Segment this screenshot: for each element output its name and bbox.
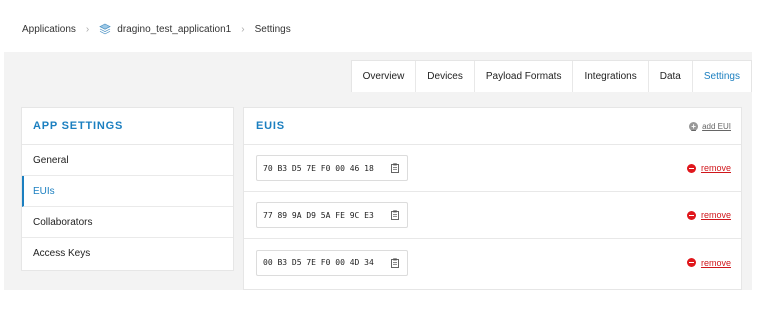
euis-header: EUIS + add EUI	[244, 108, 741, 145]
eui-row: 00 B3 D5 7E F0 00 4D 34 remove	[244, 239, 741, 286]
tab-integrations[interactable]: Integrations	[573, 61, 649, 92]
eui-row: 70 B3 D5 7E F0 00 46 18 remove	[244, 145, 741, 192]
tab-data[interactable]: Data	[649, 61, 693, 92]
tab-overview[interactable]: Overview	[352, 61, 417, 92]
clipboard-icon[interactable]	[391, 257, 399, 268]
remove-eui-button[interactable]: remove	[686, 257, 731, 268]
eui-field[interactable]: 77 89 9A D9 5A FE 9C E3	[256, 202, 408, 228]
breadcrumb-current: Settings	[254, 23, 291, 35]
sidebar-item-collaborators[interactable]: Collaborators	[22, 207, 233, 238]
eui-field[interactable]: 70 B3 D5 7E F0 00 46 18	[256, 155, 408, 181]
minus-circle-icon	[686, 163, 696, 173]
remove-label: remove	[700, 163, 731, 173]
remove-label: remove	[700, 210, 731, 220]
chevron-right-icon: ›	[85, 23, 90, 35]
eui-value: 00 B3 D5 7E F0 00 4D 34	[263, 258, 374, 267]
breadcrumb: Applications › dragino_test_application1…	[22, 23, 291, 35]
plus-circle-icon: +	[689, 121, 699, 131]
tab-bar: Overview Devices Payload Formats Integra…	[350, 60, 752, 92]
remove-label: remove	[700, 257, 731, 268]
add-eui-button[interactable]: + add EUI	[689, 121, 731, 131]
tab-devices[interactable]: Devices	[416, 61, 475, 92]
tab-payload-formats[interactable]: Payload Formats	[475, 61, 574, 92]
minus-circle-icon	[686, 210, 696, 220]
eui-value: 70 B3 D5 7E F0 00 46 18	[263, 163, 374, 173]
eui-row: 77 89 9A D9 5A FE 9C E3 remove	[244, 192, 741, 239]
remove-eui-button[interactable]: remove	[686, 163, 731, 173]
eui-value: 77 89 9A D9 5A FE 9C E3	[263, 210, 374, 220]
panel-title: EUIS	[256, 120, 285, 132]
add-eui-label: add EUI	[702, 121, 731, 131]
sidebar-item-general[interactable]: General	[22, 145, 233, 176]
remove-eui-button[interactable]: remove	[686, 210, 731, 220]
sidebar-item-access-keys[interactable]: Access Keys	[22, 238, 233, 269]
sidebar-item-euis[interactable]: EUIs	[22, 176, 233, 207]
tab-settings[interactable]: Settings	[693, 61, 751, 92]
clipboard-icon[interactable]	[391, 163, 399, 173]
minus-circle-icon	[686, 258, 696, 267]
sidebar-title: APP SETTINGS	[22, 108, 233, 145]
clipboard-icon[interactable]	[391, 210, 399, 220]
layers-icon	[99, 23, 112, 35]
breadcrumb-application[interactable]: dragino_test_application1	[117, 24, 231, 35]
chevron-right-icon: ›	[241, 23, 245, 35]
eui-field[interactable]: 00 B3 D5 7E F0 00 4D 34	[256, 249, 408, 276]
settings-sidebar: APP SETTINGS General EUIs Collaborators …	[21, 107, 234, 271]
breadcrumb-applications[interactable]: Applications	[22, 24, 76, 35]
breadcrumb-bar: Applications › dragino_test_application1…	[0, 0, 761, 52]
euis-panel: EUIS + add EUI 70 B3 D5 7E F0 00 46 18 r…	[243, 107, 742, 290]
